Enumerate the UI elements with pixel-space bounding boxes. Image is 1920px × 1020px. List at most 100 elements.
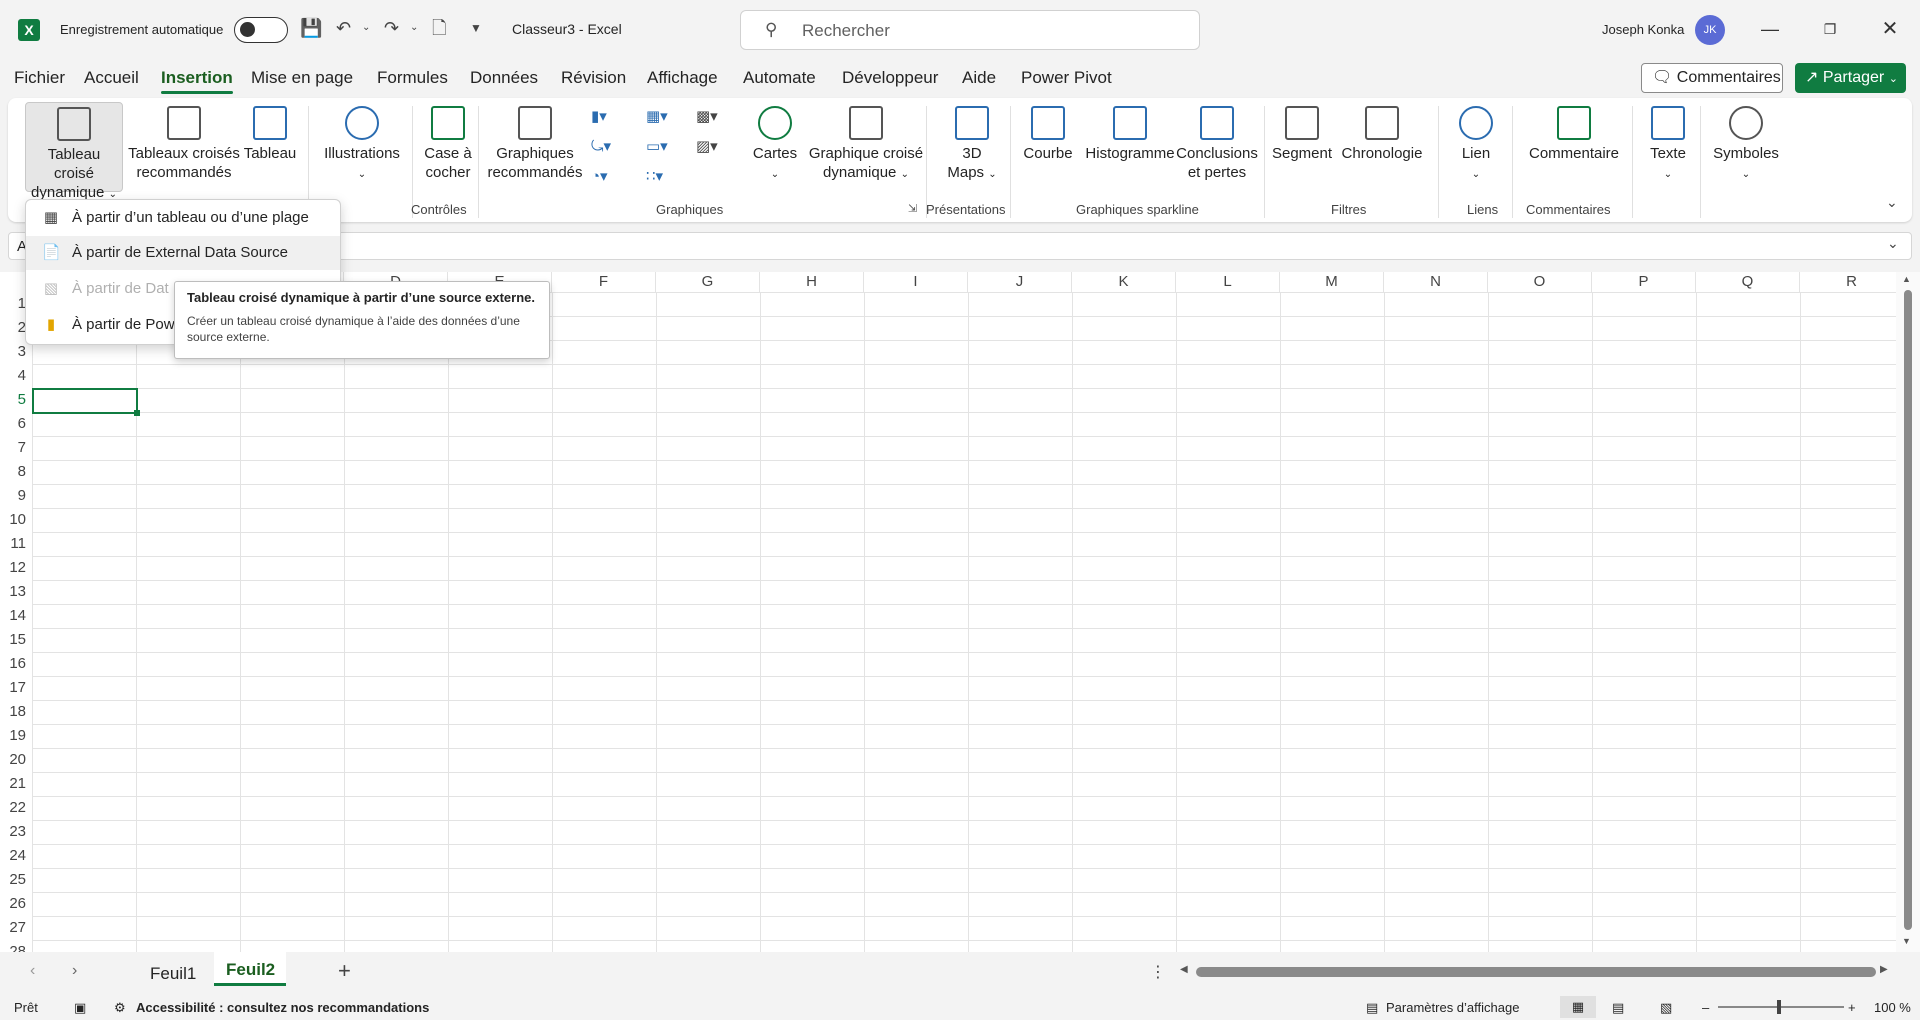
text-button[interactable]: Texte ⌄: [1640, 106, 1696, 184]
add-sheet-icon[interactable]: +: [338, 958, 351, 984]
redo-dropdown-icon[interactable]: ⌄: [410, 16, 418, 40]
column-header[interactable]: F: [552, 272, 656, 292]
zoom-in-icon[interactable]: +: [1848, 1000, 1856, 1015]
worksheet-grid[interactable]: ABCDEFGHIJKLMNOPQR 123456789101112131415…: [0, 272, 1920, 960]
tab-revision[interactable]: Révision: [561, 68, 626, 88]
scatter-chart-icon[interactable]: ∷▾: [646, 168, 668, 186]
dropdown-item-external-data[interactable]: 📄 À partir de External Data Source: [26, 236, 340, 270]
zoom-slider-thumb[interactable]: [1777, 1000, 1781, 1014]
checkbox-button[interactable]: Case à cocher: [418, 106, 478, 182]
autosave-toggle[interactable]: [234, 17, 288, 43]
search-box[interactable]: ⚲ Rechercher: [740, 10, 1200, 50]
link-button[interactable]: Lien ⌄: [1444, 106, 1508, 184]
row-header[interactable]: 5: [0, 388, 32, 412]
comments-button[interactable]: 🗨 Commentaires: [1641, 63, 1783, 93]
column-header[interactable]: G: [656, 272, 760, 292]
dialog-launcher-icon[interactable]: ⇲: [908, 202, 917, 215]
avatar[interactable]: JK: [1695, 15, 1725, 45]
prev-sheet-icon[interactable]: ‹: [30, 962, 35, 980]
column-header[interactable]: L: [1176, 272, 1280, 292]
row-header[interactable]: 13: [0, 580, 32, 604]
column-header[interactable]: N: [1384, 272, 1488, 292]
share-button[interactable]: ↗ Partager ⌄: [1795, 63, 1906, 93]
column-header[interactable]: J: [968, 272, 1072, 292]
column-sparkline-button[interactable]: Histogramme: [1078, 106, 1182, 163]
zoom-out-icon[interactable]: –: [1702, 1000, 1709, 1015]
pie-chart-icon[interactable]: ◔▾: [591, 168, 613, 186]
row-header[interactable]: 14: [0, 604, 32, 628]
restore-icon[interactable]: ❐: [1810, 13, 1850, 45]
close-icon[interactable]: ✕: [1870, 13, 1910, 45]
macro-record-icon[interactable]: ▣: [74, 1000, 86, 1016]
tab-formules[interactable]: Formules: [377, 68, 448, 88]
scroll-up-icon[interactable]: ▲: [1902, 274, 1911, 284]
tab-fichier[interactable]: Fichier: [14, 68, 65, 88]
tab-mise-en-page[interactable]: Mise en page: [251, 68, 353, 88]
hierarchy-chart-icon[interactable]: ▦▾: [646, 108, 668, 126]
column-header[interactable]: K: [1072, 272, 1176, 292]
timeline-button[interactable]: Chronologie: [1336, 106, 1428, 163]
column-header[interactable]: Q: [1696, 272, 1800, 292]
row-header[interactable]: 17: [0, 676, 32, 700]
column-header[interactable]: I: [864, 272, 968, 292]
tab-donnees[interactable]: Données: [470, 68, 538, 88]
tab-power-pivot[interactable]: Power Pivot: [1021, 68, 1112, 88]
row-header[interactable]: 7: [0, 436, 32, 460]
display-settings-button[interactable]: Paramètres d’affichage: [1386, 1000, 1519, 1015]
symbols-button[interactable]: Symboles ⌄: [1706, 106, 1786, 184]
tab-automate[interactable]: Automate: [743, 68, 816, 88]
tab-accueil[interactable]: Accueil: [84, 68, 139, 88]
row-header[interactable]: 20: [0, 748, 32, 772]
table-button[interactable]: Tableau: [240, 106, 300, 163]
combo-chart-icon[interactable]: ▨▾: [696, 138, 718, 156]
zoom-slider[interactable]: [1718, 1006, 1844, 1008]
recommended-charts-button[interactable]: Graphiques recommandés: [486, 106, 584, 182]
more-options-icon[interactable]: ⋮: [1150, 962, 1166, 982]
column-header[interactable]: M: [1280, 272, 1384, 292]
line-sparkline-button[interactable]: Courbe: [1018, 106, 1078, 163]
sheet-tab-feuil1[interactable]: Feuil1: [150, 964, 196, 984]
column-header[interactable]: H: [760, 272, 864, 292]
tab-insertion[interactable]: Insertion: [161, 68, 233, 94]
row-header[interactable]: 27: [0, 916, 32, 940]
save-icon[interactable]: 💾: [300, 16, 322, 40]
vertical-scroll-thumb[interactable]: [1904, 290, 1912, 930]
new-file-icon[interactable]: 🗋: [432, 16, 446, 40]
tab-developpeur[interactable]: Développeur: [842, 68, 938, 88]
row-header[interactable]: 12: [0, 556, 32, 580]
sheet-tab-feuil2[interactable]: Feuil2: [214, 952, 286, 986]
row-header[interactable]: 18: [0, 700, 32, 724]
3d-maps-button[interactable]: 3D Maps ⌄: [932, 106, 1012, 184]
expand-formula-icon[interactable]: ⌄: [1887, 235, 1899, 252]
winloss-sparkline-button[interactable]: Conclusions et pertes: [1174, 106, 1260, 182]
horizontal-scroll-thumb[interactable]: [1196, 967, 1876, 977]
row-header[interactable]: 10: [0, 508, 32, 532]
line-chart-icon[interactable]: ⤿▾: [591, 138, 613, 156]
page-layout-view-icon[interactable]: ▤: [1612, 1000, 1624, 1016]
row-header[interactable]: 22: [0, 796, 32, 820]
row-header[interactable]: 21: [0, 772, 32, 796]
row-header[interactable]: 19: [0, 724, 32, 748]
undo-dropdown-icon[interactable]: ⌄: [362, 16, 370, 40]
accessibility-status[interactable]: Accessibilité : consultez nos recommanda…: [136, 1000, 429, 1015]
row-header[interactable]: 26: [0, 892, 32, 916]
row-header[interactable]: 25: [0, 868, 32, 892]
normal-view-icon[interactable]: ▦: [1560, 996, 1596, 1018]
column-chart-icon[interactable]: ▮▾: [591, 108, 613, 126]
statistic-chart-icon[interactable]: ▭▾: [646, 138, 668, 156]
row-header[interactable]: 24: [0, 844, 32, 868]
tab-aide[interactable]: Aide: [962, 68, 996, 88]
undo-icon[interactable]: ↶: [336, 16, 351, 40]
row-header[interactable]: 8: [0, 460, 32, 484]
scroll-left-icon[interactable]: ◀: [1180, 964, 1188, 975]
zoom-level[interactable]: 100 %: [1874, 1000, 1911, 1015]
pivot-chart-button[interactable]: Graphique croisé dynamique ⌄: [806, 106, 926, 184]
cell-grid[interactable]: [32, 292, 1896, 952]
minimize-icon[interactable]: —: [1750, 13, 1790, 45]
page-break-view-icon[interactable]: ▧: [1660, 1000, 1672, 1016]
tab-affichage[interactable]: Affichage: [647, 68, 718, 88]
waterfall-chart-icon[interactable]: ▩▾: [696, 108, 718, 126]
maps-button[interactable]: Cartes ⌄: [744, 106, 806, 184]
row-header[interactable]: 15: [0, 628, 32, 652]
next-sheet-icon[interactable]: ›: [72, 962, 77, 980]
